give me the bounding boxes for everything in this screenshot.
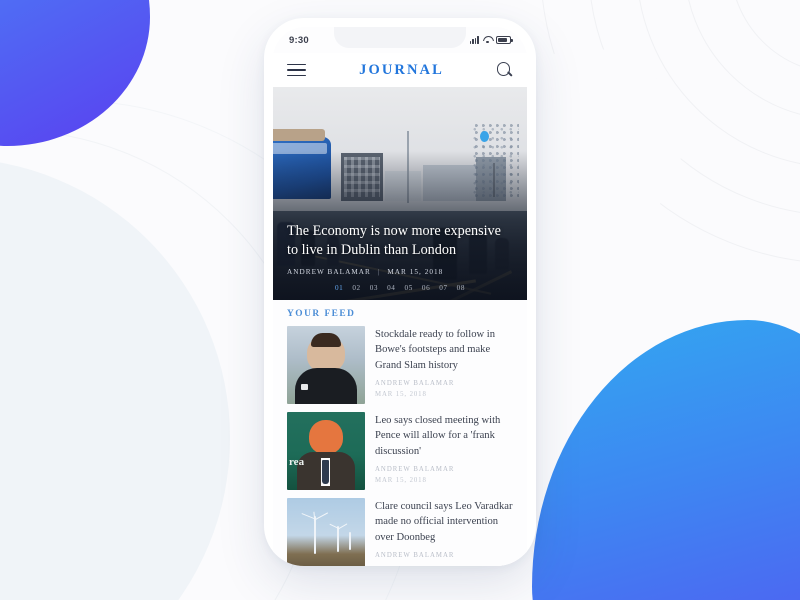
feed-item-date: MAR 15, 2018 (375, 390, 427, 398)
phone-mockup: 9:30 JOURNAL The Economy is now more exp… (264, 18, 536, 566)
feed-thumbnail (287, 326, 365, 404)
feed-item-text: Leo says closed meeting with Pence will … (375, 412, 513, 490)
hero-headline: The Economy is now more expensive to liv… (287, 222, 501, 259)
list-item[interactable]: rea Leo says closed meeting with Pence w… (273, 412, 527, 490)
turbine-blade (312, 511, 316, 518)
app-title: JOURNAL (359, 61, 444, 78)
app-bar: JOURNAL (273, 53, 527, 87)
hamburger-menu-icon[interactable] (287, 63, 306, 77)
signal-bars-icon (469, 36, 479, 44)
feed-item-title: Leo says closed meeting with Pence will … (375, 415, 501, 457)
battery-icon (496, 36, 513, 44)
feed-thumbnail-backdrop-text: rea (289, 456, 305, 468)
pagination-dot-01[interactable]: 01 (335, 284, 343, 292)
feed-item-text: Clare council says Leo Varadkar made no … (375, 498, 513, 566)
turbine-blade (313, 512, 329, 522)
pagination-dot-04[interactable]: 04 (387, 284, 395, 292)
your-feed-section: YOUR FEED Stockdale ready to follow in B… (273, 300, 527, 566)
feed-item-date: MAR 15, 2018 (375, 476, 427, 484)
hero-meta: ANDREW BALAMAR | MAR 15, 2018 (287, 268, 513, 276)
list-item[interactable]: Clare council says Leo Varadkar made no … (273, 498, 527, 566)
pagination-dot-08[interactable]: 08 (457, 284, 465, 292)
feed-item-title: Stockdale ready to follow in Bowe's foot… (375, 329, 496, 371)
hero-pagination[interactable]: 01 02 03 04 05 06 07 08 (287, 284, 513, 292)
list-item[interactable]: Stockdale ready to follow in Bowe's foot… (273, 326, 527, 404)
hero-date: MAR 15, 2018 (387, 268, 444, 276)
feed-item-title: Clare council says Leo Varadkar made no … (375, 501, 513, 543)
feed-item-author: ANDREW BALAMAR (375, 551, 455, 559)
hero-author: ANDREW BALAMAR (287, 268, 371, 276)
pagination-dot-03[interactable]: 03 (370, 284, 378, 292)
phone-screen: 9:30 JOURNAL The Economy is now more exp… (273, 27, 527, 566)
hero-article[interactable]: The Economy is now more expensive to liv… (273, 87, 527, 300)
feed-thumbnail: rea (287, 412, 365, 490)
blob-bottom-right (532, 320, 800, 600)
feed-item-author: ANDREW BALAMAR (375, 379, 455, 387)
feed-heading: YOUR FEED (287, 309, 356, 319)
status-bar: 9:30 (273, 27, 527, 53)
pagination-dot-05[interactable]: 05 (405, 284, 413, 292)
feed-item-author: ANDREW BALAMAR (375, 465, 455, 473)
pagination-dot-06[interactable]: 06 (422, 284, 430, 292)
wifi-icon (483, 36, 492, 44)
pagination-dot-02[interactable]: 02 (352, 284, 360, 292)
status-icons (469, 36, 513, 44)
feed-item-text: Stockdale ready to follow in Bowe's foot… (375, 326, 513, 404)
turbine-blade (337, 523, 348, 531)
status-time: 9:30 (289, 34, 309, 46)
search-icon[interactable] (496, 62, 513, 78)
feed-thumbnail (287, 498, 365, 566)
hero-meta-separator: | (377, 268, 381, 276)
hero-text-block: The Economy is now more expensive to liv… (287, 222, 513, 292)
pagination-dot-07[interactable]: 07 (439, 284, 447, 292)
